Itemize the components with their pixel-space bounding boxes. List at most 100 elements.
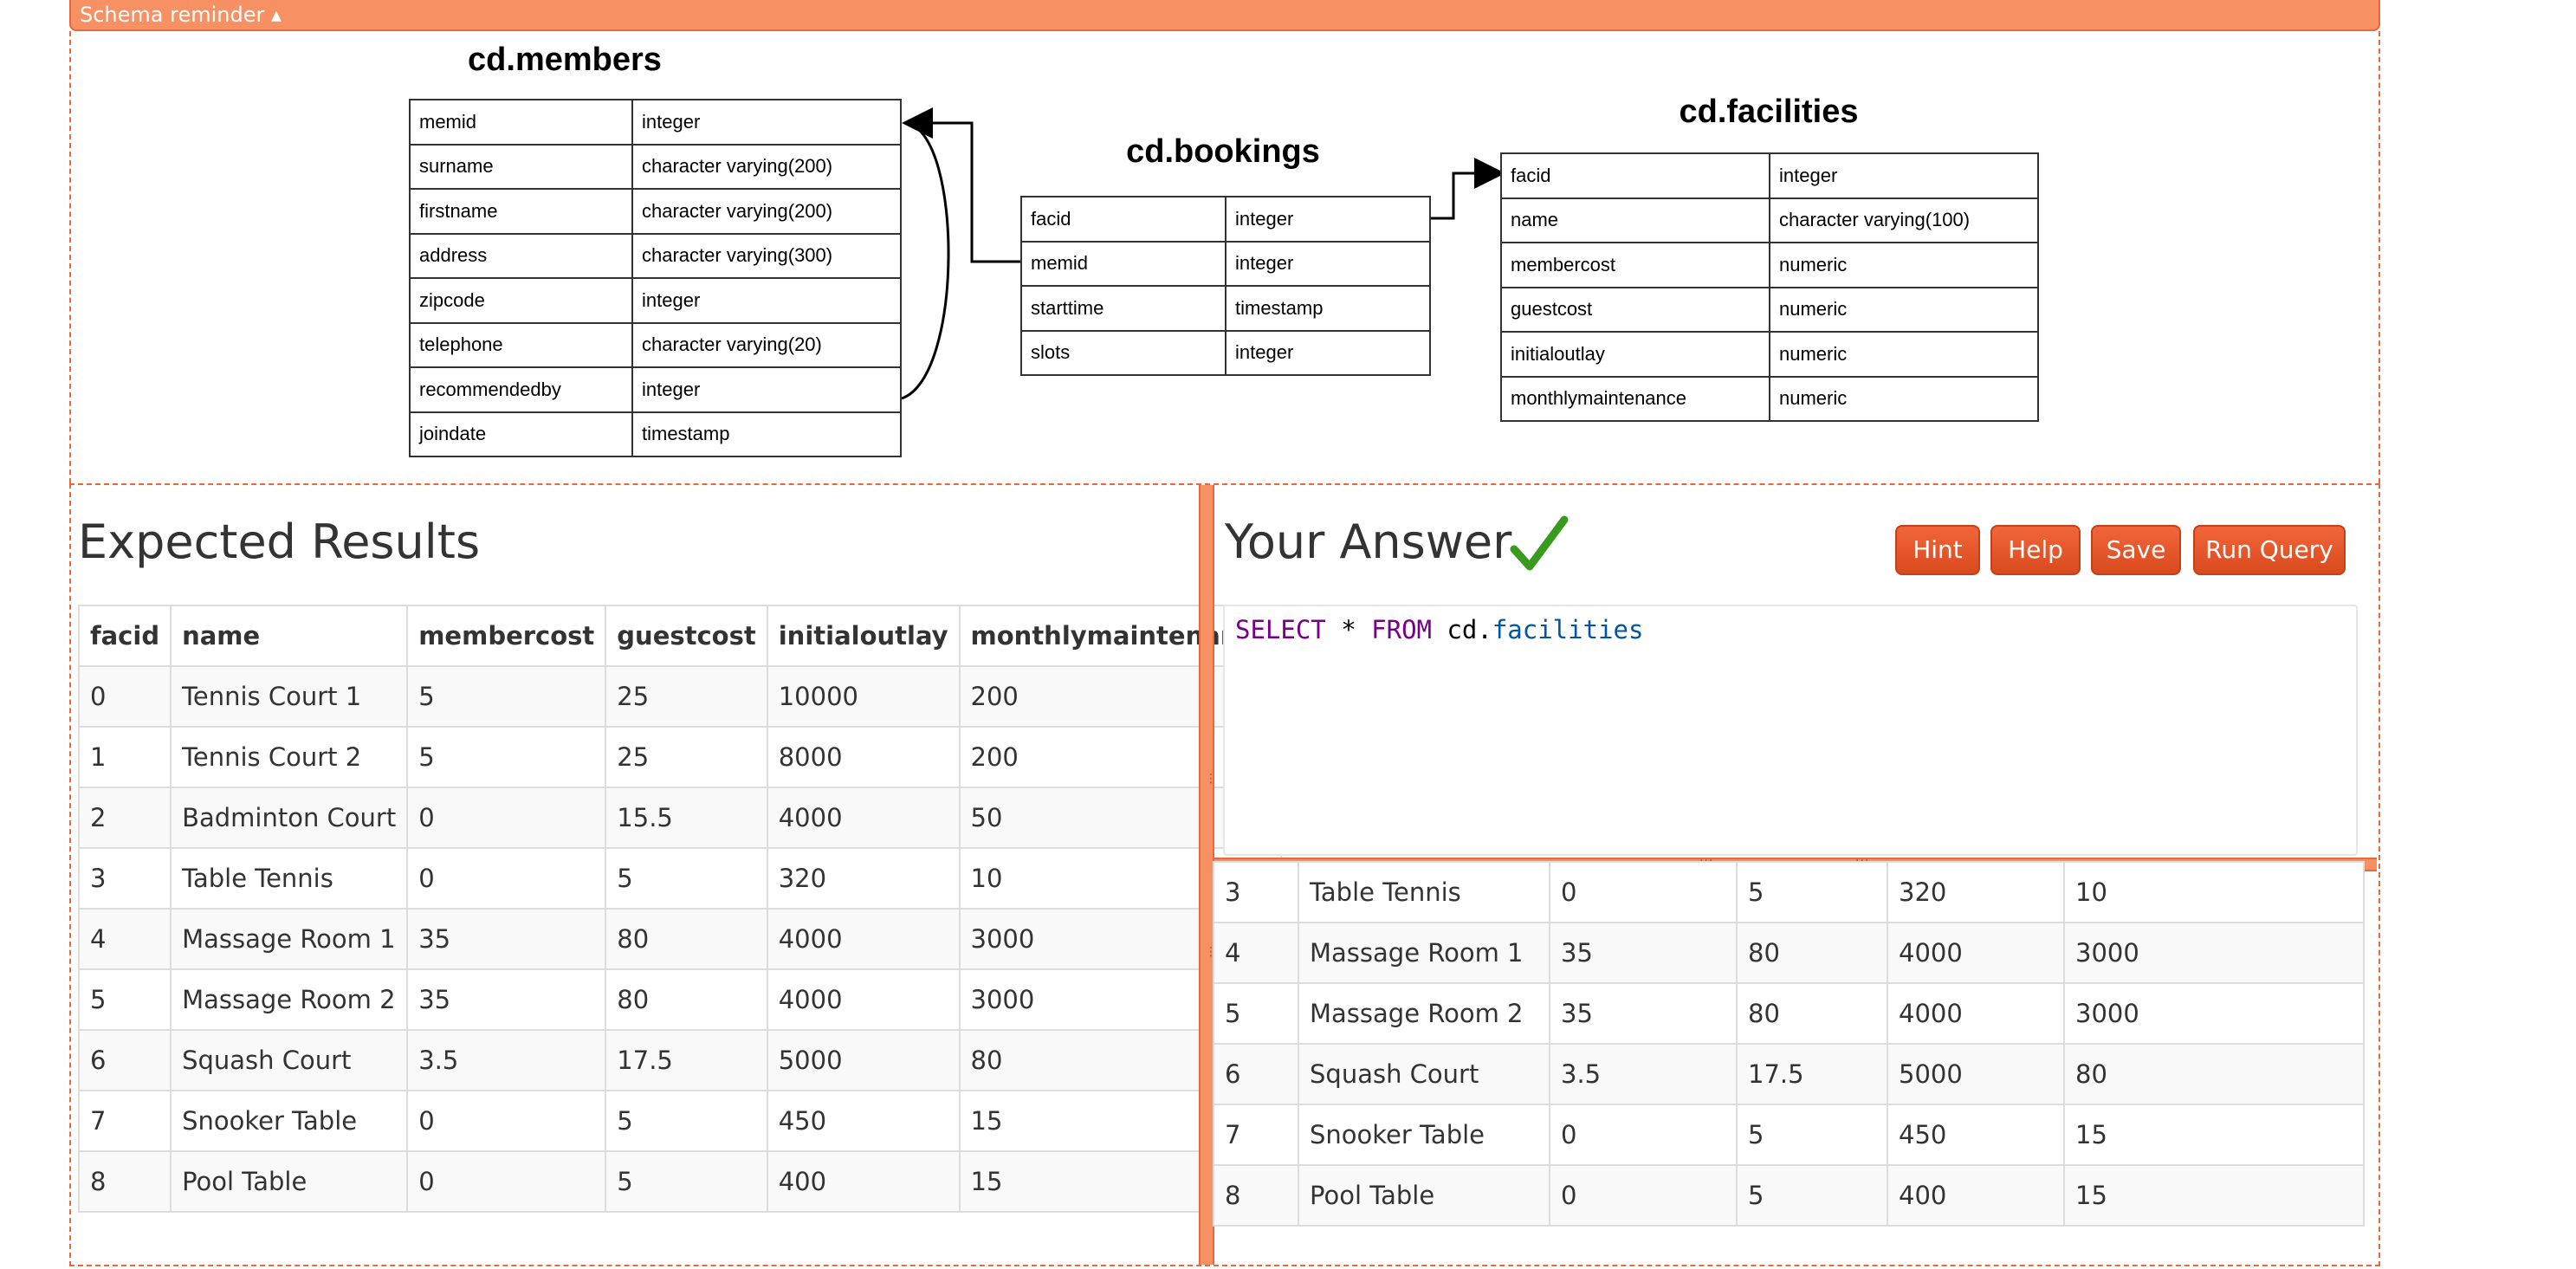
bookings-schema-table: facid integer memid integer starttime timesta… bbox=[1020, 196, 1431, 376]
column-header-initialoutlay: initialoutlay bbox=[766, 605, 961, 667]
table-cell: 17.5 bbox=[1736, 1043, 1888, 1105]
members-schema-row: surname character varying(200) bbox=[409, 143, 902, 190]
query-schema: cd. bbox=[1432, 615, 1492, 644]
table-cell: 80 bbox=[1736, 922, 1888, 984]
column-header-name: name bbox=[170, 605, 409, 667]
facilities-schema-table: facid integer name character varying(100) me… bbox=[1500, 152, 2039, 422]
table-cell: 450 bbox=[1887, 1104, 2065, 1166]
schema-reminder-toggle[interactable]: Schema reminder ▴ bbox=[69, 0, 2380, 31]
facilities-schema-row: name character varying(100) bbox=[1500, 197, 2039, 243]
checkmark-icon bbox=[1510, 515, 1569, 571]
table-cell: 35 bbox=[406, 968, 607, 1031]
column-type: character varying(200) bbox=[631, 143, 902, 190]
table-cell: 80 bbox=[605, 968, 768, 1031]
table-cell: 5 bbox=[1736, 861, 1888, 923]
table-cell: Massage Room 1 bbox=[1298, 922, 1550, 984]
table-cell: 320 bbox=[1887, 861, 2065, 923]
column-type: integer bbox=[631, 366, 902, 413]
table-cell: Snooker Table bbox=[1298, 1104, 1550, 1166]
table-row: 6 Squash Court 3.5 17.5 5000 80 bbox=[77, 1029, 1283, 1091]
expected-results-table: facid name membercost guestcost initialoutla… bbox=[77, 605, 1283, 1213]
column-type: integer bbox=[1225, 196, 1431, 243]
hint-button[interactable]: Hint bbox=[1895, 525, 1980, 575]
expected-results-heading: Expected Results bbox=[78, 515, 481, 569]
help-button[interactable]: Help bbox=[1990, 525, 2081, 575]
column-name: firstname bbox=[409, 188, 633, 235]
table-cell: 5 bbox=[1736, 1164, 1888, 1227]
table-row: 2 Badminton Court 0 15.5 4000 50 bbox=[77, 787, 1283, 849]
members-schema-row: telephone character varying(20) bbox=[409, 321, 902, 368]
column-type: timestamp bbox=[631, 411, 902, 457]
table-cell: Massage Room 1 bbox=[170, 908, 409, 970]
members-schema-row: firstname character varying(200) bbox=[409, 188, 902, 235]
table-row: 5 Massage Room 2 35 80 4000 3000 bbox=[77, 968, 1283, 1031]
table-cell: 7 bbox=[1213, 1104, 1299, 1166]
bookings-schema-row: slots integer bbox=[1020, 329, 1431, 376]
column-type: integer bbox=[631, 277, 902, 324]
table-cell: 1 bbox=[77, 726, 172, 788]
table-row: 4 Massage Room 1 35 80 4000 3000 bbox=[77, 908, 1283, 970]
table-cell: 4000 bbox=[766, 908, 961, 970]
table-cell: 450 bbox=[766, 1090, 961, 1152]
table-cell: 0 bbox=[1549, 861, 1738, 923]
query-editor[interactable]: SELECT * FROM cd.facilities bbox=[1223, 605, 2358, 856]
table-cell: Tennis Court 1 bbox=[170, 665, 409, 728]
table-cell: 0 bbox=[406, 847, 607, 910]
table-cell: 400 bbox=[766, 1150, 961, 1213]
column-name: surname bbox=[409, 143, 633, 190]
table-cell: 5 bbox=[77, 968, 172, 1031]
column-name: monthlymaintenance bbox=[1500, 375, 1770, 422]
column-name: guestcost bbox=[1500, 286, 1770, 333]
table-cell: 0 bbox=[1549, 1164, 1738, 1227]
table-cell: 6 bbox=[77, 1029, 172, 1091]
run-query-button[interactable]: Run Query bbox=[2193, 525, 2346, 575]
table-cell: 2 bbox=[77, 787, 172, 849]
table-row: 6 Squash Court 3.5 17.5 5000 80 bbox=[1213, 1043, 2365, 1105]
column-type: numeric bbox=[1769, 331, 2039, 378]
column-name: telephone bbox=[409, 321, 633, 368]
table-cell: Snooker Table bbox=[170, 1090, 409, 1152]
column-name: memid bbox=[1020, 240, 1227, 287]
lower-left-border bbox=[69, 483, 71, 1266]
table-cell: 4 bbox=[77, 908, 172, 970]
column-type: integer bbox=[1225, 329, 1431, 376]
column-header-facid: facid bbox=[77, 605, 172, 667]
table-cell: 0 bbox=[406, 1090, 607, 1152]
table-cell: 320 bbox=[766, 847, 961, 910]
members-schema-row: joindate timestamp bbox=[409, 411, 902, 457]
facilities-schema-row: monthlymaintenance numeric bbox=[1500, 375, 2039, 422]
column-type: integer bbox=[1769, 152, 2039, 199]
schema-reminder-label: Schema reminder ▴ bbox=[80, 3, 282, 27]
table-cell: 8000 bbox=[766, 726, 961, 788]
table-cell: 17.5 bbox=[605, 1029, 768, 1091]
table-row: 7 Snooker Table 0 5 450 15 bbox=[77, 1090, 1283, 1152]
table-cell: 4000 bbox=[1887, 922, 2065, 984]
table-cell: 35 bbox=[1549, 982, 1738, 1045]
your-answer-heading: Your Answer bbox=[1225, 515, 1512, 569]
table-row: 3 Table Tennis 0 5 320 10 bbox=[77, 847, 1283, 910]
table-row: 7 Snooker Table 0 5 450 15 bbox=[1213, 1104, 2365, 1166]
splitter-grip-icon: ⋮ bbox=[1205, 772, 1217, 786]
column-name: facid bbox=[1020, 196, 1227, 243]
column-name: initialoutlay bbox=[1500, 331, 1770, 378]
table-cell: Squash Court bbox=[170, 1029, 409, 1091]
query-keyword-from: FROM bbox=[1371, 615, 1432, 644]
table-cell: 35 bbox=[1549, 922, 1738, 984]
table-cell: Table Tennis bbox=[1298, 861, 1550, 923]
table-cell: 4000 bbox=[766, 968, 961, 1031]
table-cell: 15.5 bbox=[605, 787, 768, 849]
table-cell: 0 bbox=[77, 665, 172, 728]
table-cell: 4000 bbox=[1887, 982, 2065, 1045]
column-name: membercost bbox=[1500, 242, 1770, 288]
table-cell: 0 bbox=[406, 787, 607, 849]
members-table-title: cd.members bbox=[468, 42, 662, 78]
table-cell: 400 bbox=[1887, 1164, 2065, 1227]
save-button[interactable]: Save bbox=[2091, 525, 2181, 575]
table-cell: 5 bbox=[406, 665, 607, 728]
members-schema-row: zipcode integer bbox=[409, 277, 902, 324]
column-name: name bbox=[1500, 197, 1770, 243]
facilities-schema-row: membercost numeric bbox=[1500, 242, 2039, 288]
query-keyword-select: SELECT bbox=[1235, 615, 1326, 644]
table-row: 5 Massage Room 2 35 80 4000 3000 bbox=[1213, 982, 2365, 1045]
table-row: 1 Tennis Court 2 5 25 8000 200 bbox=[77, 726, 1283, 788]
